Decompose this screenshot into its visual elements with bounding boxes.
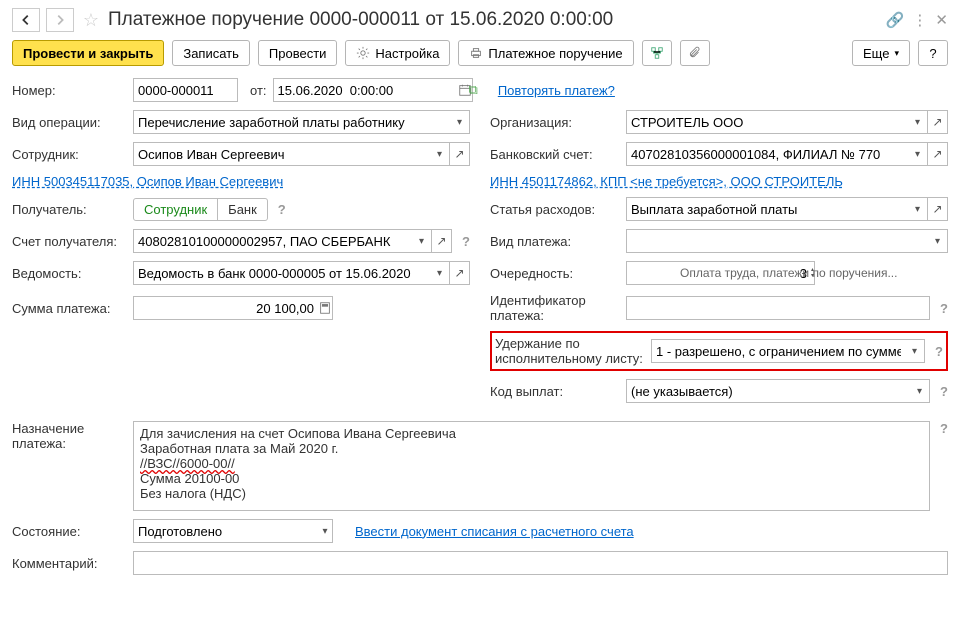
op-type-input[interactable] [133,110,450,134]
copy-icon[interactable]: ⧉ [469,82,478,98]
ident-help[interactable]: ? [940,301,948,316]
recip-acc-input[interactable] [133,229,412,253]
paytype-dropdown[interactable]: ▾ [928,229,948,253]
status-dropdown[interactable]: ▾ [318,519,333,543]
order-label: Очередность: [490,266,620,281]
settings-button[interactable]: Настройка [345,40,450,66]
order-text: Оплата труда, платежи по поручения... [680,266,897,280]
arrow-right-icon [53,13,67,27]
org-dropdown[interactable]: ▾ [908,110,928,134]
number-input[interactable] [133,78,238,102]
structure-icon [650,46,664,60]
bank-acc-dropdown[interactable]: ▾ [908,142,928,166]
recipient-help[interactable]: ? [278,202,286,217]
org-label: Организация: [490,115,620,130]
paycode-input[interactable] [626,379,910,403]
employee-open[interactable]: ↗ [450,142,470,166]
ident-input[interactable] [626,296,930,320]
purpose-textarea[interactable]: Для зачисления на счет Осипова Ивана Сер… [133,421,930,511]
expense-input[interactable] [626,197,908,221]
sheet-dropdown[interactable]: ▾ [430,261,450,285]
paycode-dropdown[interactable]: ▾ [910,379,930,403]
date-input[interactable] [273,78,458,102]
nav-forward-button [46,8,74,32]
sheet-input[interactable] [133,261,430,285]
paycode-help[interactable]: ? [940,384,948,399]
ident-label: Идентификатор платежа: [490,293,620,323]
withhold-input[interactable] [651,339,905,363]
attach-button[interactable] [680,40,710,66]
status-input[interactable] [133,519,318,543]
purpose-label: Назначение платежа: [12,421,127,451]
gear-icon [356,46,370,60]
expense-label: Статья расходов: [490,202,620,217]
org-open[interactable]: ↗ [928,110,948,134]
seg-bank[interactable]: Банк [218,199,267,220]
op-type-label: Вид операции: [12,115,127,130]
withhold-label: Удержание по исполнительному листу: [495,336,645,366]
from-label: от: [250,83,267,98]
sheet-label: Ведомость: [12,266,127,281]
kebab-icon[interactable]: ⋮ [912,11,927,29]
page-title: Платежное поручение 0000-000011 от 15.06… [108,9,880,31]
op-type-dropdown[interactable]: ▾ [450,110,470,134]
recip-acc-open[interactable]: ↗ [432,229,452,253]
print-button[interactable]: Платежное поручение [458,40,633,66]
recip-acc-dropdown[interactable]: ▾ [412,229,432,253]
employee-label: Сотрудник: [12,147,127,162]
post-close-button[interactable]: Провести и закрыть [12,40,164,66]
employee-inn-link[interactable]: ИНН 500345117035, Осипов Иван Сергеевич [12,174,283,189]
close-icon[interactable]: ✕ [935,11,948,29]
paytype-label: Вид платежа: [490,234,620,249]
bank-acc-label: Банковский счет: [490,147,620,162]
arrow-left-icon [19,13,33,27]
amount-label: Сумма платежа: [12,301,127,316]
status-label: Состояние: [12,524,127,539]
bank-acc-open[interactable]: ↗ [928,142,948,166]
expense-dropdown[interactable]: ▾ [908,197,928,221]
comment-label: Комментарий: [12,556,127,571]
repeat-payment-link[interactable]: Повторять платеж? [498,83,615,98]
help-button[interactable]: ? [918,40,948,66]
employee-input[interactable] [133,142,430,166]
recipient-label: Получатель: [12,202,127,217]
seg-employee[interactable]: Сотрудник [134,199,218,220]
save-button[interactable]: Записать [172,40,250,66]
calculator-icon [318,301,332,315]
comment-input[interactable] [133,551,948,575]
paycode-label: Код выплат: [490,384,620,399]
expense-open[interactable]: ↗ [928,197,948,221]
paytype-input[interactable] [626,229,928,253]
amount-input[interactable] [133,296,318,320]
structure-button[interactable] [642,40,672,66]
withhold-highlight: Удержание по исполнительному листу: ▾ ? [490,331,948,371]
chevron-down-icon: ▾ [894,48,899,59]
org-input[interactable] [626,110,908,134]
org-inn-link[interactable]: ИНН 4501174862, КПП <не требуется>, ООО … [490,174,843,189]
sheet-open[interactable]: ↗ [450,261,470,285]
withhold-dropdown[interactable]: ▾ [905,339,925,363]
post-button[interactable]: Провести [258,40,338,66]
printer-icon [469,46,483,60]
number-label: Номер: [12,83,127,98]
recip-acc-label: Счет получателя: [12,234,127,249]
bank-acc-input[interactable] [626,142,908,166]
employee-dropdown[interactable]: ▾ [430,142,450,166]
withhold-help[interactable]: ? [935,344,943,359]
purpose-help[interactable]: ? [940,421,948,436]
favorite-star-icon[interactable]: ☆ [80,9,102,31]
more-button[interactable]: Еще ▾ [852,40,910,66]
enter-doc-link[interactable]: Ввести документ списания с расчетного сч… [355,524,634,539]
calculator-button[interactable] [318,296,333,320]
link-icon[interactable]: 🔗 [886,11,905,29]
recip-acc-help[interactable]: ? [462,234,470,249]
paperclip-icon [688,46,702,60]
nav-back-button[interactable] [12,8,40,32]
